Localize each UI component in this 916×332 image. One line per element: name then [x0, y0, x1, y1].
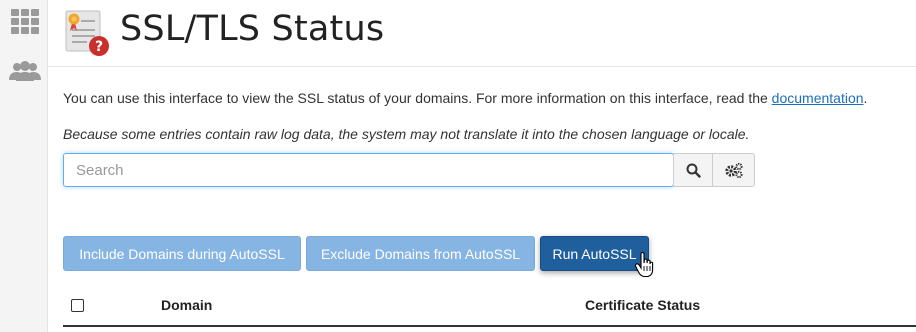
intro-text-body: You can use this interface to view the S…: [63, 90, 772, 106]
select-all-checkbox[interactable]: [71, 299, 84, 312]
search-settings-button[interactable]: [712, 153, 755, 187]
page-header: ? SSL/TLS Status: [48, 0, 916, 67]
intro-text-suffix: .: [863, 90, 868, 106]
column-header-domain[interactable]: Domain: [161, 297, 212, 313]
run-autossl-button[interactable]: Run AutoSSL: [540, 236, 649, 271]
apps-grid-button[interactable]: [8, 6, 42, 36]
column-header-certificate-status[interactable]: Certificate Status: [585, 297, 700, 313]
hand-cursor-icon: [634, 252, 654, 278]
documentation-link[interactable]: documentation: [772, 90, 864, 106]
users-button[interactable]: [8, 56, 42, 86]
search-box: [63, 153, 674, 187]
sidebar: [0, 0, 48, 332]
intro-text: You can use this interface to view the S…: [63, 90, 867, 106]
cogs-icon: [724, 162, 743, 178]
search-button[interactable]: [673, 153, 713, 187]
search-input[interactable]: [64, 154, 673, 186]
apps-grid-icon: [11, 8, 39, 34]
exclude-domains-button[interactable]: Exclude Domains from AutoSSL: [306, 236, 535, 271]
svg-text:?: ?: [95, 39, 103, 55]
page-title: SSL/TLS Status: [120, 9, 385, 49]
translation-note: Because some entries contain raw log dat…: [63, 126, 750, 142]
search-icon: [686, 163, 701, 178]
certificate-warning-icon: ?: [65, 10, 109, 56]
include-domains-button[interactable]: Include Domains during AutoSSL: [63, 236, 301, 271]
table-header: Domain Certificate Status: [63, 287, 916, 327]
users-icon: [9, 61, 41, 81]
